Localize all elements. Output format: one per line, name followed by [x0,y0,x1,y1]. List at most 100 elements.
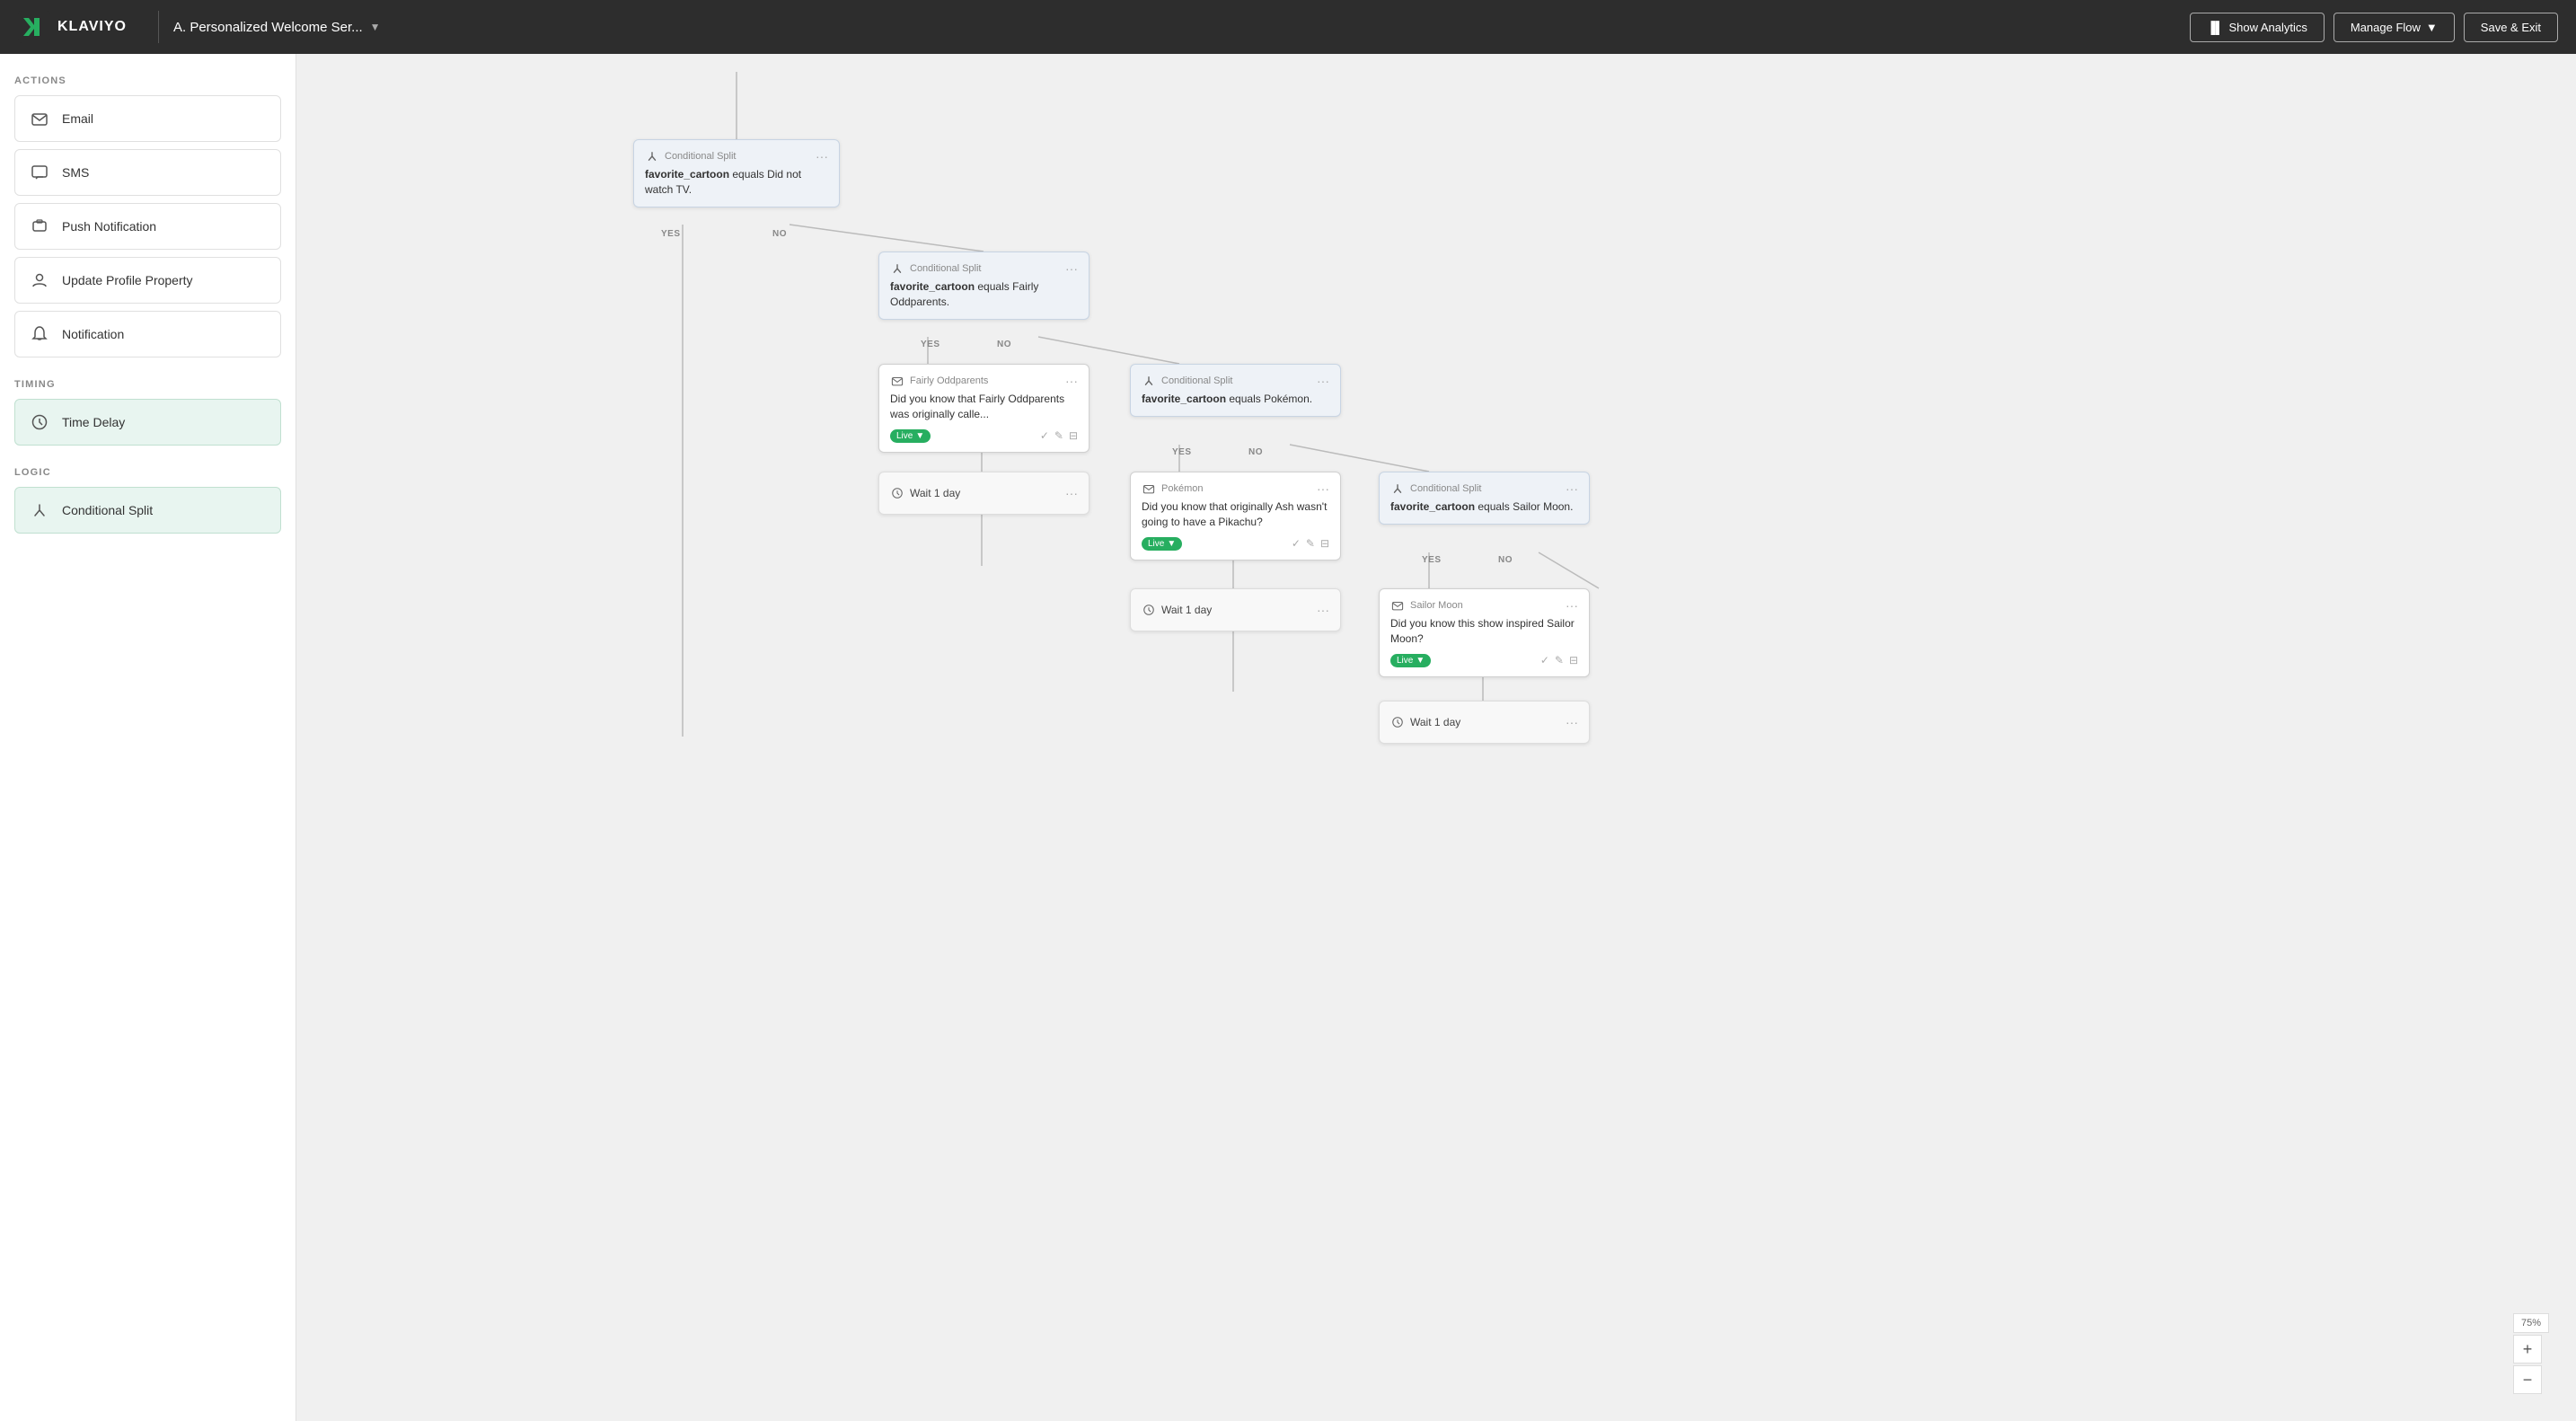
email-pokemon-name: Pokémon [1161,483,1203,494]
split1-menu[interactable]: ··· [816,149,828,163]
split2-node-icon [890,261,904,276]
logic-section-title: LOGIC [14,467,281,478]
split3-node-icon [1142,374,1156,388]
split2-condition: favorite_cartoon [890,280,975,293]
split4-menu[interactable]: ··· [1566,481,1578,496]
filter-icon: ⊟ [1069,429,1078,442]
bell-icon [30,324,49,344]
zoom-controls: 75% + − [2513,1313,2549,1394]
wait2-menu[interactable]: ··· [1317,603,1329,617]
push-notification-icon [30,216,49,236]
email-fairly-footer: Live ▼ ✓ ✎ ⊟ [890,429,1078,443]
email-fairly-menu[interactable]: ··· [1065,374,1078,388]
email-pokemon-status: Live ▼ [1142,537,1182,551]
email-sailor-status: Live ▼ [1390,654,1431,667]
email-sailor-footer: Live ▼ ✓ ✎ ⊟ [1390,654,1578,667]
flow-title-area: A. Personalized Welcome Ser... ▼ [173,20,2175,35]
save-label: Save & Exit [2481,21,2541,34]
split1-type: Conditional Split [665,151,737,162]
wait3-menu[interactable]: ··· [1566,715,1578,729]
split2-menu[interactable]: ··· [1065,261,1078,276]
klaviyo-logo-icon [18,11,50,43]
split2-type: Conditional Split [910,263,982,274]
edit-icon-2: ✎ [1306,537,1315,550]
split4-type: Conditional Split [1410,483,1482,494]
email-fairly-node[interactable]: Fairly Oddparents ··· Did you know that … [878,364,1090,453]
timing-section-title: TIMING [14,379,281,390]
email-sailor-node[interactable]: Sailor Moon ··· Did you know this show i… [1379,588,1590,677]
split2-no-label: NO [997,340,1011,349]
wait1-menu[interactable]: ··· [1065,486,1078,500]
canvas-inner: YES NO YES NO YES NO YES NO Conditional … [296,54,1734,862]
analytics-bar-icon: ▐▌ [2207,21,2223,34]
conditional-split-2-node[interactable]: Conditional Split ··· favorite_cartoon e… [878,252,1090,320]
email-fairly-content: Did you know that Fairly Oddparents was … [890,392,1078,422]
split3-value: Pokémon. [1264,393,1312,405]
sidebar-item-email-label: Email [62,111,93,126]
wait1-clock-icon [890,486,904,500]
split3-type: Conditional Split [1161,375,1233,386]
save-exit-button[interactable]: Save & Exit [2464,13,2558,42]
zoom-out-button[interactable]: − [2513,1365,2542,1394]
split4-condition: favorite_cartoon [1390,500,1475,513]
check-icon: ✓ [1040,429,1049,442]
check-icon-2: ✓ [1292,537,1301,550]
sidebar-item-time-delay[interactable]: Time Delay [14,399,281,446]
email-sailor-menu[interactable]: ··· [1566,598,1578,613]
conditional-split-4-node[interactable]: Conditional Split ··· favorite_cartoon e… [1379,472,1590,525]
split4-value: Sailor Moon. [1513,500,1573,513]
email-pokemon-menu[interactable]: ··· [1317,481,1329,496]
email-sailor-icon [1390,598,1405,613]
split3-no-label: NO [1248,447,1263,457]
wait-3-node[interactable]: Wait 1 day ··· [1379,701,1590,744]
sidebar-item-conditional-split[interactable]: Conditional Split [14,487,281,534]
sidebar-item-email[interactable]: Email [14,95,281,142]
split1-content: favorite_cartoon equals Did not watch TV… [645,167,828,198]
split1-no-label: NO [772,229,787,239]
wait2-label: Wait 1 day [1161,604,1212,616]
wait2-clock-icon [1142,603,1156,617]
sidebar-item-update-profile[interactable]: Update Profile Property [14,257,281,304]
split3-yes-label: YES [1172,447,1192,457]
header-actions: ▐▌ Show Analytics Manage Flow ▼ Save & E… [2190,13,2558,42]
wait3-clock-icon [1390,715,1405,729]
zoom-in-button[interactable]: + [2513,1335,2542,1364]
email-fairly-name: Fairly Oddparents [910,375,988,386]
split4-yes-label: YES [1422,555,1442,565]
sidebar-item-update-profile-label: Update Profile Property [62,273,193,287]
email-pokemon-icon [1142,481,1156,496]
zoom-level: 75% [2513,1313,2549,1333]
manage-caret-icon: ▼ [2426,21,2438,34]
filter-icon-3: ⊟ [1569,654,1578,666]
sidebar-item-push[interactable]: Push Notification [14,203,281,250]
email-pokemon-node[interactable]: Pokémon ··· Did you know that originally… [1130,472,1341,560]
sms-icon [30,163,49,182]
email-icon [30,109,49,128]
sidebar-item-sms[interactable]: SMS [14,149,281,196]
person-icon [30,270,49,290]
split1-yes-label: YES [661,229,681,239]
split2-yes-label: YES [921,340,940,349]
show-analytics-button[interactable]: ▐▌ Show Analytics [2190,13,2325,42]
conditional-split-1-node[interactable]: Conditional Split ··· favorite_cartoon e… [633,139,840,207]
email-fairly-icon [890,374,904,388]
split3-content: favorite_cartoon equals Pokémon. [1142,392,1329,407]
conditional-split-3-node[interactable]: Conditional Split ··· favorite_cartoon e… [1130,364,1341,417]
flow-title-caret: ▼ [370,21,381,33]
wait-1-node[interactable]: Wait 1 day ··· [878,472,1090,515]
edit-icon-3: ✎ [1555,654,1564,666]
split3-menu[interactable]: ··· [1317,374,1329,388]
canvas: YES NO YES NO YES NO YES NO Conditional … [296,54,2576,1421]
split4-node-icon [1390,481,1405,496]
wait3-label: Wait 1 day [1410,716,1460,728]
sidebar-item-time-delay-label: Time Delay [62,415,125,429]
wait1-label: Wait 1 day [910,487,960,499]
app-header: KLAVIYO A. Personalized Welcome Ser... ▼… [0,0,2576,54]
sidebar-item-notification[interactable]: Notification [14,311,281,357]
check-icon-3: ✓ [1540,654,1549,666]
split1-condition: favorite_cartoon [645,168,729,181]
wait-2-node[interactable]: Wait 1 day ··· [1130,588,1341,631]
edit-icon: ✎ [1054,429,1063,442]
logo-text: KLAVIYO [57,19,127,35]
manage-flow-button[interactable]: Manage Flow ▼ [2333,13,2455,42]
